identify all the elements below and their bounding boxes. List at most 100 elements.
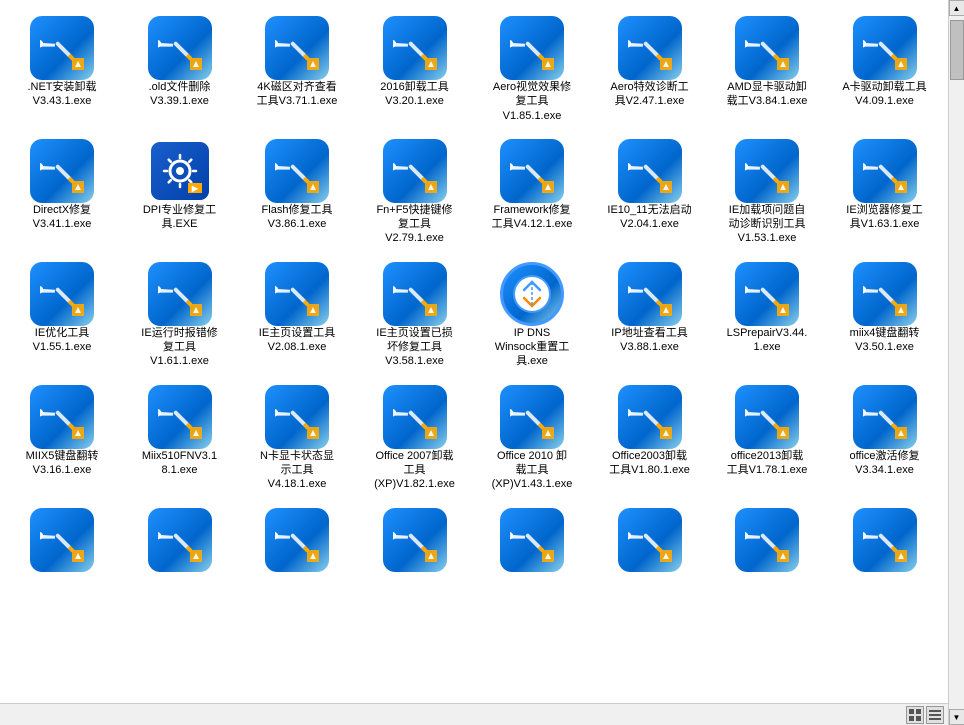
scrollbar[interactable]: ▲ ▼: [948, 0, 964, 725]
icon-item[interactable]: IP地址查看工具V3.88.1.exe: [592, 254, 708, 377]
icon-image: [383, 139, 447, 203]
icon-image: [30, 508, 94, 572]
icon-label: DPI专业修复工具.EXE: [143, 203, 216, 232]
icon-label: .NET安装卸载V3.43.1.exe: [27, 80, 96, 109]
icon-item[interactable]: [239, 500, 355, 620]
icon-item[interactable]: .NET安装卸载V3.43.1.exe: [4, 8, 120, 131]
icon-image: [383, 16, 447, 80]
icon-item[interactable]: [474, 500, 590, 620]
grid-view-button[interactable]: [906, 706, 924, 724]
scroll-track[interactable]: [949, 16, 964, 709]
icon-image: [500, 508, 564, 572]
icon-image: [735, 139, 799, 203]
icon-item[interactable]: [4, 500, 120, 620]
icon-label: miix4键盘翻转V3.50.1.exe: [850, 326, 920, 355]
icon-label: IP DNSWinsock重置工具.exe: [495, 326, 570, 369]
icon-grid: .NET安装卸载V3.43.1.exe .old文件删除V3.39.1.exe: [4, 8, 944, 620]
icon-image: [853, 139, 917, 203]
icon-item[interactable]: IE加载项问题自动诊断识别工具V1.53.1.exe: [709, 131, 825, 254]
icon-item[interactable]: Aero特效诊断工具V2.47.1.exe: [592, 8, 708, 131]
icon-item[interactable]: IE运行时报错修复工具V1.61.1.exe: [122, 254, 238, 377]
icon-label: Flash修复工具V3.86.1.exe: [262, 203, 333, 232]
icon-image: [30, 262, 94, 326]
scroll-up-arrow[interactable]: ▲: [949, 0, 964, 16]
icon-item[interactable]: Fn+F5快捷键修复工具V2.79.1.exe: [357, 131, 473, 254]
icon-image: [500, 139, 564, 203]
icon-image: [148, 16, 212, 80]
icon-image: [618, 16, 682, 80]
icon-image: [383, 385, 447, 449]
svg-text:▶: ▶: [190, 184, 198, 193]
icon-item[interactable]: [592, 500, 708, 620]
icon-item[interactable]: 2016卸载工具V3.20.1.exe: [357, 8, 473, 131]
icon-label: N卡显卡状态显示工具V4.18.1.exe: [260, 449, 334, 492]
icon-item[interactable]: Miix510FNV3.18.1.exe: [122, 377, 238, 500]
icon-label: 2016卸载工具V3.20.1.exe: [380, 80, 448, 109]
icon-label: office激活修复V3.34.1.exe: [849, 449, 919, 478]
icon-item[interactable]: [827, 500, 943, 620]
icon-item[interactable]: Flash修复工具V3.86.1.exe: [239, 131, 355, 254]
icon-item[interactable]: DirectX修复V3.41.1.exe: [4, 131, 120, 254]
icon-label: Miix510FNV3.18.1.exe: [142, 449, 217, 478]
icon-item[interactable]: [709, 500, 825, 620]
icon-item[interactable]: office2013卸载工具V1.78.1.exe: [709, 377, 825, 500]
icon-image: [853, 385, 917, 449]
icon-label: AMD显卡驱动卸载工V3.84.1.exe: [727, 80, 808, 109]
icon-item[interactable]: IE10_11无法启动V2.04.1.exe: [592, 131, 708, 254]
icon-image: [735, 16, 799, 80]
icon-item[interactable]: office激活修复V3.34.1.exe: [827, 377, 943, 500]
icon-label: office2013卸载工具V1.78.1.exe: [727, 449, 808, 478]
scroll-down-arrow[interactable]: ▼: [949, 709, 964, 725]
icon-label: IE主页设置已损坏修复工具V3.58.1.exe: [376, 326, 452, 369]
icon-image: [265, 262, 329, 326]
icon-item[interactable]: IE主页设置工具V2.08.1.exe: [239, 254, 355, 377]
list-view-button[interactable]: [926, 706, 944, 724]
icon-item[interactable]: [122, 500, 238, 620]
icon-image: [148, 508, 212, 572]
icon-item[interactable]: MIIX5键盘翻转V3.16.1.exe: [4, 377, 120, 500]
icon-item[interactable]: Office2003卸载工具V1.80.1.exe: [592, 377, 708, 500]
icon-image: [853, 16, 917, 80]
icon-image: [148, 262, 212, 326]
icon-image: [383, 508, 447, 572]
icon-item[interactable]: IE主页设置已损坏修复工具V3.58.1.exe: [357, 254, 473, 377]
icon-label: Office 2007卸载工具(XP)V1.82.1.exe: [374, 449, 455, 492]
icon-label: Aero特效诊断工具V2.47.1.exe: [610, 80, 688, 109]
icon-image: [383, 262, 447, 326]
icon-item[interactable]: IE浏览器修复工具V1.63.1.exe: [827, 131, 943, 254]
file-view[interactable]: .NET安装卸载V3.43.1.exe .old文件删除V3.39.1.exe: [0, 0, 948, 725]
icon-item[interactable]: 4K磁区对齐查看工具V3.71.1.exe: [239, 8, 355, 131]
icon-label: .old文件删除V3.39.1.exe: [149, 80, 211, 109]
icon-image: [265, 508, 329, 572]
icon-image: [500, 16, 564, 80]
icon-image: [618, 508, 682, 572]
icon-image: [618, 139, 682, 203]
icon-image: [265, 139, 329, 203]
status-bar: [0, 703, 948, 725]
icon-label: MIIX5键盘翻转V3.16.1.exe: [26, 449, 99, 478]
icon-label: Office2003卸载工具V1.80.1.exe: [609, 449, 690, 478]
scroll-thumb[interactable]: [950, 20, 964, 80]
icon-item[interactable]: miix4键盘翻转V3.50.1.exe: [827, 254, 943, 377]
icon-item[interactable]: Aero视觉效果修复工具V1.85.1.exe: [474, 8, 590, 131]
icon-item[interactable]: Office 2010 卸载工具(XP)V1.43.1.exe: [474, 377, 590, 500]
icon-item[interactable]: IE优化工具V1.55.1.exe: [4, 254, 120, 377]
icon-item[interactable]: Office 2007卸载工具(XP)V1.82.1.exe: [357, 377, 473, 500]
icon-item[interactable]: [357, 500, 473, 620]
icon-item[interactable]: IP DNSWinsock重置工具.exe: [474, 254, 590, 377]
icon-label: A卡驱动卸载工具V4.09.1.exe: [842, 80, 926, 109]
icon-image: [853, 262, 917, 326]
icon-label: 4K磁区对齐查看工具V3.71.1.exe: [257, 80, 338, 109]
icon-item[interactable]: A卡驱动卸载工具V4.09.1.exe: [827, 8, 943, 131]
icon-item[interactable]: AMD显卡驱动卸载工V3.84.1.exe: [709, 8, 825, 131]
icon-image: [618, 385, 682, 449]
icon-item[interactable]: LSPrepairV3.44.1.exe: [709, 254, 825, 377]
icon-label: Framework修复工具V4.12.1.exe: [492, 203, 573, 232]
icon-image: [265, 16, 329, 80]
icon-label: IE优化工具V1.55.1.exe: [33, 326, 92, 355]
icon-item[interactable]: Framework修复工具V4.12.1.exe: [474, 131, 590, 254]
icon-item[interactable]: N卡显卡状态显示工具V4.18.1.exe: [239, 377, 355, 500]
icon-item[interactable]: ▶ DPI专业修复工具.EXE: [122, 131, 238, 254]
icon-label: Fn+F5快捷键修复工具V2.79.1.exe: [376, 203, 452, 246]
icon-item[interactable]: .old文件删除V3.39.1.exe: [122, 8, 238, 131]
